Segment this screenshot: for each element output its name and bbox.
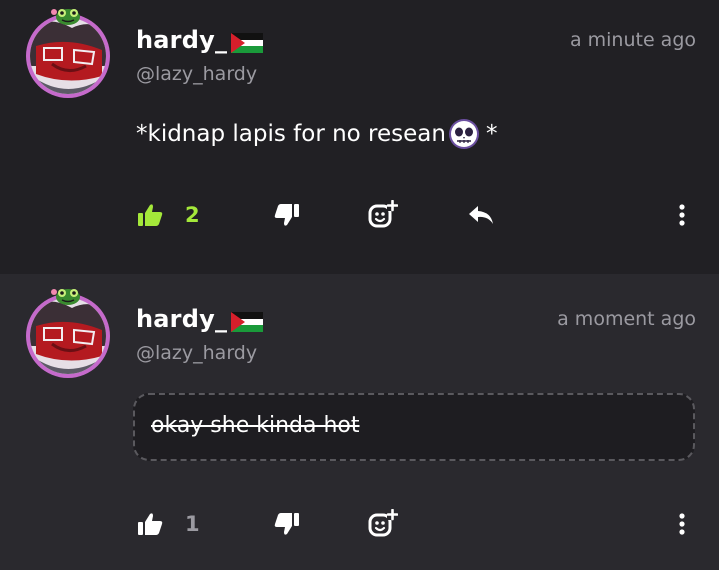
timestamp: a moment ago	[557, 308, 696, 330]
dislike-button[interactable]	[274, 195, 300, 235]
thumbs-down-icon	[274, 512, 300, 536]
removed-comment-box: okay she kinda hot	[133, 393, 695, 461]
action-bar: 2	[0, 195, 719, 235]
like-count: 2	[185, 203, 200, 227]
more-vertical-icon	[675, 512, 689, 536]
add-reaction-icon	[368, 509, 398, 539]
more-options-button[interactable]	[675, 195, 689, 235]
avatar[interactable]	[22, 6, 114, 98]
like-button[interactable]: 2	[137, 195, 200, 235]
comment-text-suffix: *	[485, 121, 498, 147]
thumbs-down-icon	[274, 203, 300, 227]
comment-card: hardy_ @lazy_hardy a minute ago *kidnap …	[0, 0, 719, 274]
add-reaction-button[interactable]	[368, 504, 398, 544]
username[interactable]: hardy_	[136, 26, 264, 54]
add-reaction-icon	[368, 200, 398, 230]
timestamp: a minute ago	[569, 29, 696, 51]
like-button[interactable]: 1	[137, 504, 200, 544]
comment-card: hardy_ @lazy_hardy a moment ago okay she…	[0, 274, 719, 570]
comment-text-main: *kidnap lapis for no resean	[136, 121, 446, 147]
username-text: hardy_	[136, 305, 228, 333]
thumbs-up-icon	[137, 203, 163, 227]
palestine-flag-icon	[231, 31, 264, 53]
username-text: hardy_	[136, 26, 228, 54]
add-reaction-button[interactable]	[368, 195, 398, 235]
reply-icon	[467, 204, 495, 226]
more-options-button[interactable]	[675, 504, 689, 544]
palestine-flag-icon	[231, 310, 264, 332]
comment-text: okay she kinda hot	[151, 413, 360, 438]
reply-button[interactable]	[467, 195, 495, 235]
more-vertical-icon	[675, 203, 689, 227]
like-count: 1	[185, 512, 200, 536]
dislike-button[interactable]	[274, 504, 300, 544]
thumbs-up-icon	[137, 512, 163, 536]
action-bar: 1	[0, 504, 719, 544]
username[interactable]: hardy_	[136, 305, 264, 333]
comment-text: *kidnap lapis for no resean *	[136, 118, 497, 150]
avatar[interactable]	[22, 286, 114, 378]
user-handle[interactable]: @lazy_hardy	[136, 342, 257, 364]
user-handle[interactable]: @lazy_hardy	[136, 63, 257, 85]
skull-emoji-icon	[448, 118, 480, 150]
